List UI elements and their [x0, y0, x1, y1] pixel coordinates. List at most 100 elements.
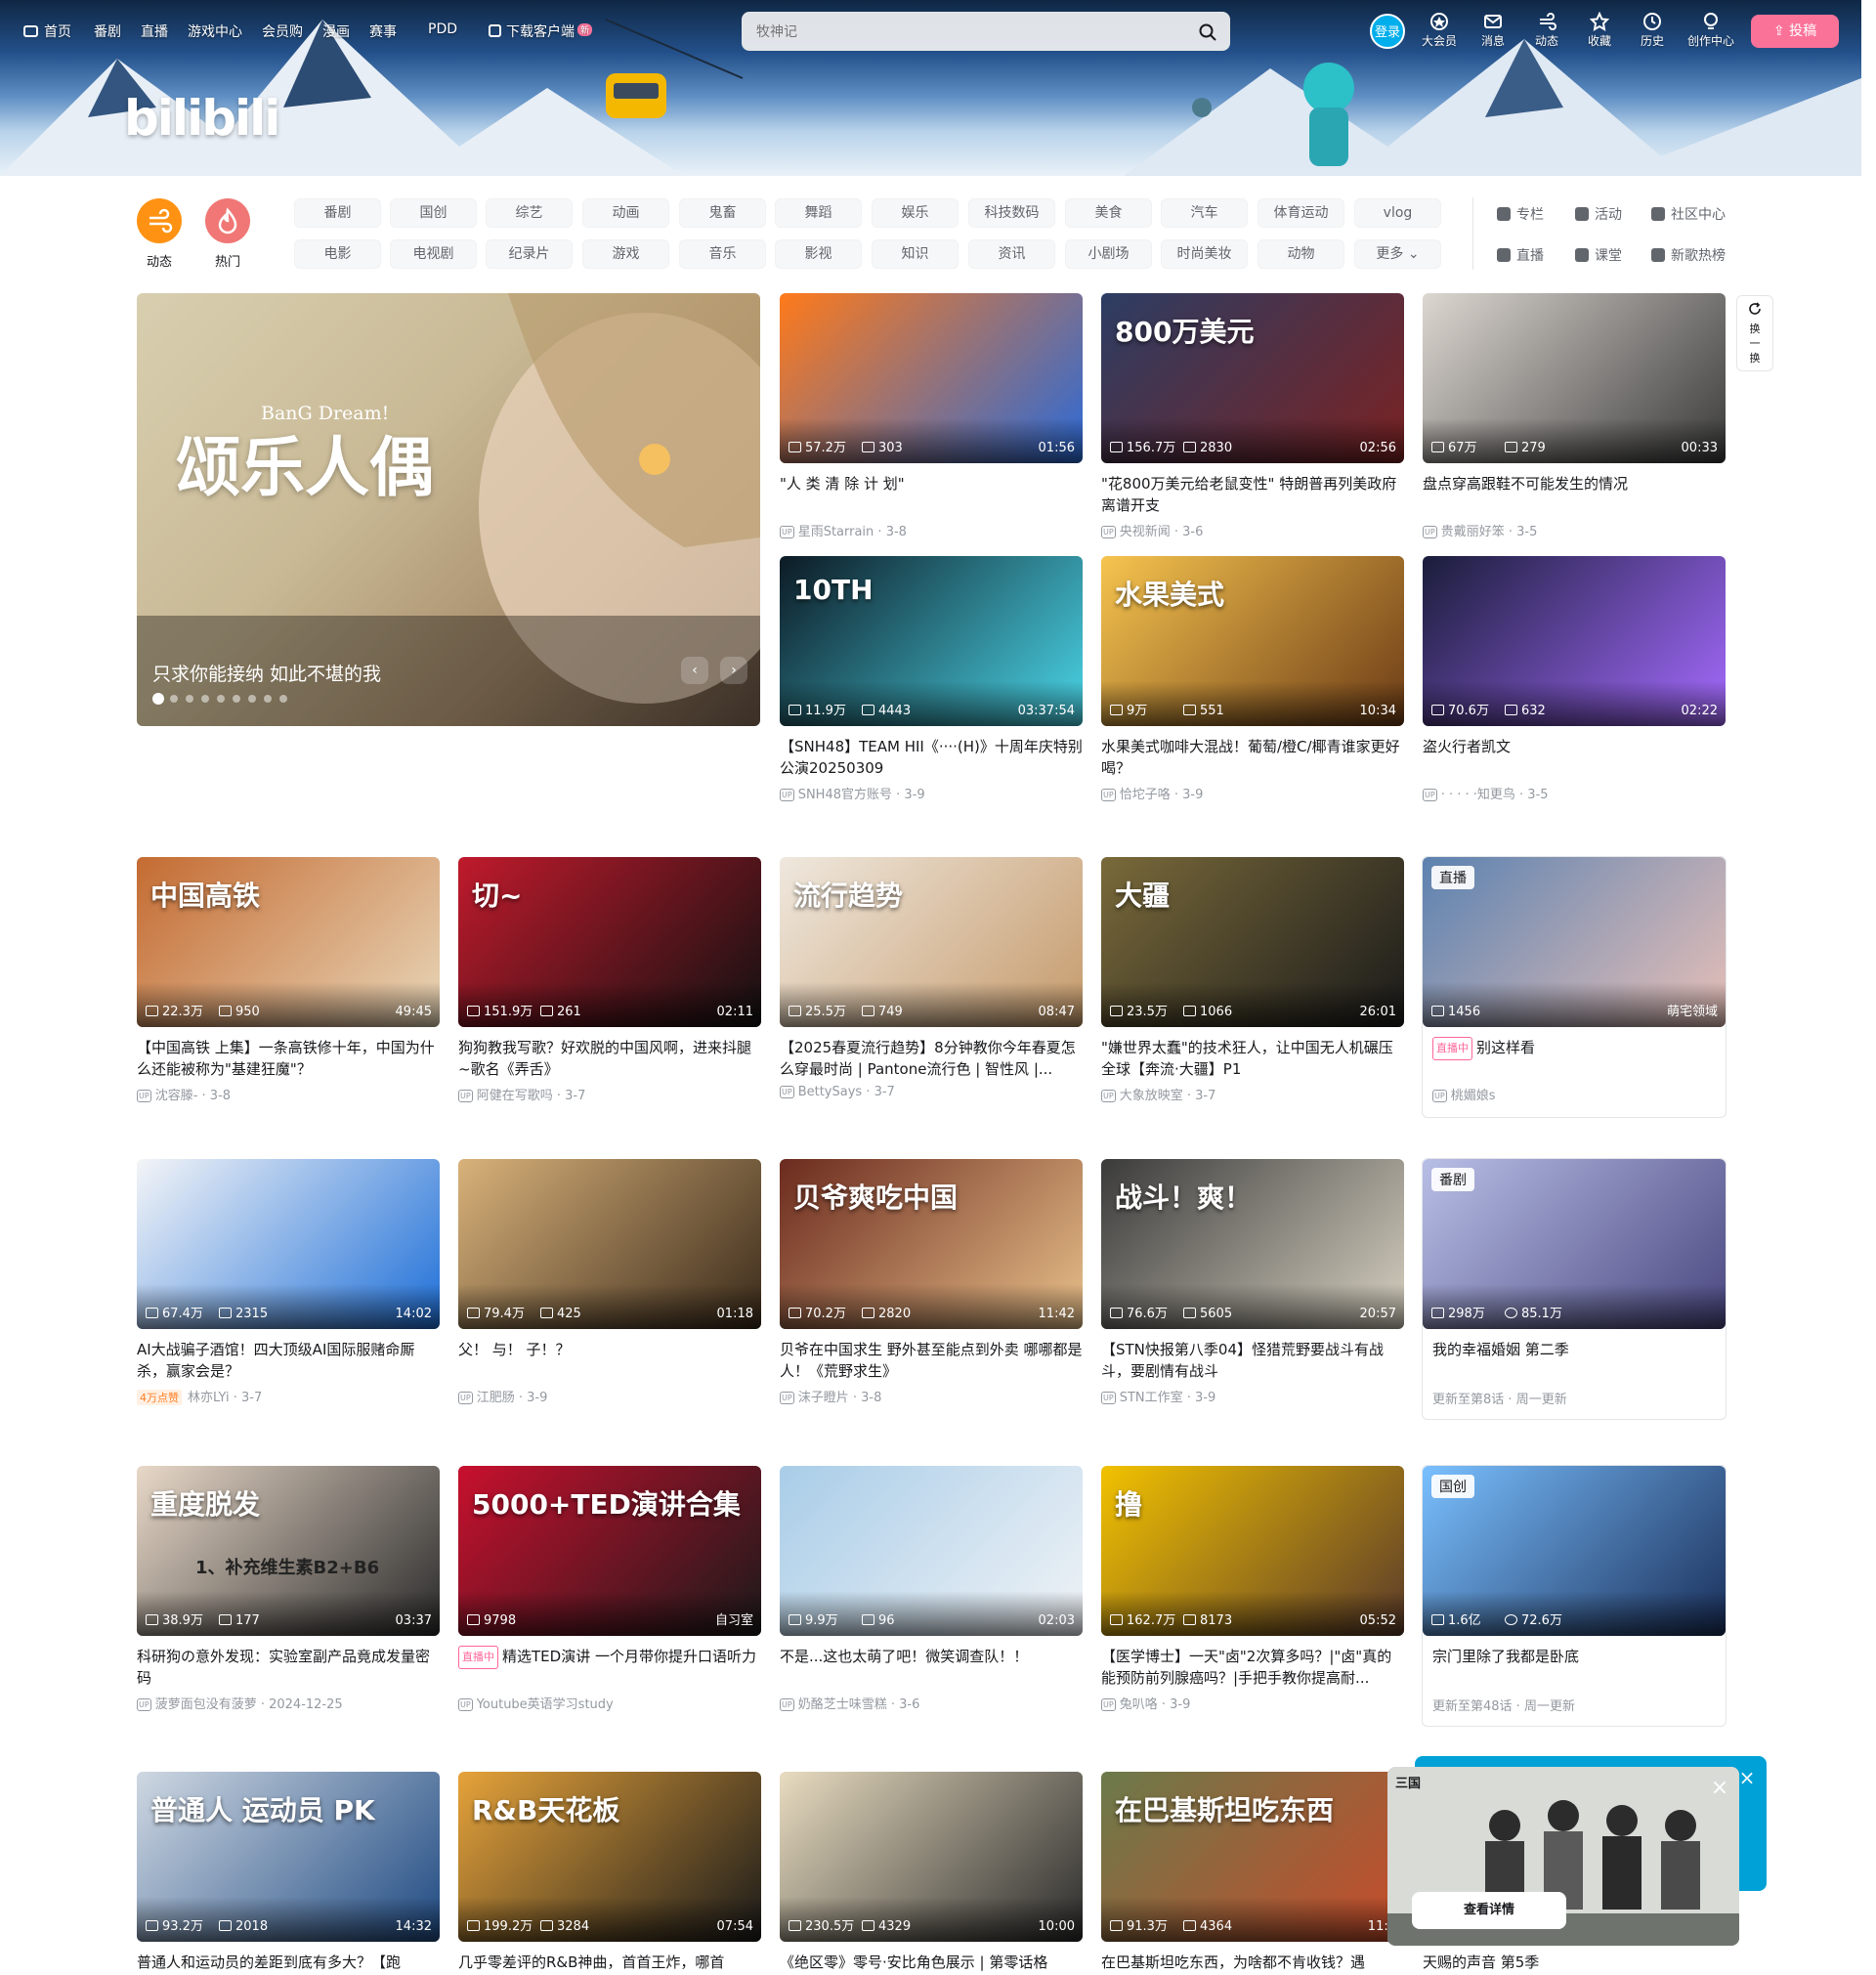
hero-carousel[interactable]: BanG Dream! 颂乐人偶 只求你能接纳 如此不堪的我 ‹ ›	[137, 293, 760, 726]
carousel-next-button[interactable]: ›	[720, 657, 747, 684]
video-title[interactable]: 我的幸福婚姻 第二季	[1432, 1339, 1716, 1360]
dynamic-link[interactable]: 动态	[1525, 12, 1568, 49]
column-link[interactable]: 专栏	[1497, 204, 1544, 224]
video-thumbnail[interactable]: 在巴基斯坦吃东西 91.3万 4364 11:0	[1101, 1772, 1404, 1942]
carousel-dot[interactable]	[248, 695, 256, 703]
community-center-link[interactable]: 社区中心	[1651, 204, 1726, 224]
nav-pdd[interactable]: PDD	[428, 21, 457, 37]
channel-chip[interactable]: 音乐	[679, 239, 766, 269]
channel-chip[interactable]: 娱乐	[872, 198, 959, 228]
refresh-button[interactable]: 换一换	[1736, 295, 1773, 371]
channel-chip[interactable]: 纪录片	[486, 239, 573, 269]
video-thumbnail[interactable]: R&B天花板 199.2万 3284 07:54	[458, 1772, 761, 1942]
carousel-dot[interactable]	[264, 695, 272, 703]
channel-chip[interactable]: 电影	[294, 239, 381, 269]
channel-chip[interactable]: 汽车	[1161, 198, 1248, 228]
uploader-name[interactable]: 江肥肠	[477, 1391, 515, 1405]
uploader-name[interactable]: 沈容滕-	[155, 1089, 198, 1103]
channel-chip[interactable]: 国创	[390, 198, 477, 228]
bilibili-logo[interactable]: bilibili	[124, 90, 280, 147]
channel-chip[interactable]: 资讯	[968, 239, 1055, 269]
video-title[interactable]: 不是...这也太萌了吧！微笑调查队！！	[780, 1646, 1083, 1667]
channel-chip[interactable]: 动物	[1258, 239, 1344, 269]
course-link[interactable]: 课堂	[1575, 245, 1622, 265]
uploader-name[interactable]: 桃媚娘s	[1451, 1089, 1496, 1103]
live-link[interactable]: 直播	[1497, 245, 1544, 265]
dynamic-channel-button[interactable]	[137, 198, 182, 243]
video-thumbnail[interactable]: 重度脱发 1、补充维生素B2+B6 38.9万 177 03:37	[137, 1466, 440, 1636]
video-thumbnail[interactable]: 切~ 151.9万 261 02:11	[458, 857, 761, 1027]
video-title[interactable]: 父！ 与！ 子！？	[458, 1339, 761, 1360]
video-title[interactable]: 在巴基斯坦吃东西，为啥都不肯收钱？遇	[1101, 1952, 1404, 1973]
uploader-name[interactable]: 大象放映室	[1120, 1089, 1183, 1103]
video-title[interactable]: 几乎零差评的R&B神曲，首首王炸，哪首	[458, 1952, 761, 1973]
carousel-dot[interactable]	[217, 695, 225, 703]
channel-chip[interactable]: 游戏	[582, 239, 669, 269]
video-title[interactable]: 天赐的声音 第5季	[1423, 1952, 1726, 1973]
ad-close-outer-button[interactable]: ×	[1736, 1767, 1758, 1788]
video-thumbnail[interactable]: 800万美元 156.7万 2830 02:56	[1101, 293, 1404, 463]
nav-download-client[interactable]: 下载客户端新	[489, 21, 593, 41]
carousel-dot[interactable]	[170, 695, 178, 703]
carousel-caption[interactable]: 只求你能接纳 如此不堪的我	[152, 660, 381, 686]
nav-game-center[interactable]: 游戏中心	[188, 21, 242, 41]
video-title[interactable]: 【2025春夏流行趋势】8分钟教你今年春夏怎么穿最时尚 | Pantone流行色…	[780, 1037, 1083, 1080]
carousel-dot[interactable]	[233, 695, 240, 703]
channel-chip[interactable]: 体育运动	[1258, 198, 1344, 228]
channel-chip[interactable]: 电视剧	[390, 239, 477, 269]
hot-channel-button[interactable]	[205, 198, 250, 243]
video-title[interactable]: 【SNH48】TEAM HII《····(H)》十周年庆特别公演20250309	[780, 736, 1083, 779]
channel-chip[interactable]: 综艺	[486, 198, 573, 228]
video-thumbnail[interactable]: 79.4万 425 01:18	[458, 1159, 761, 1329]
activity-link[interactable]: 活动	[1575, 204, 1622, 224]
video-title[interactable]: 【中国高铁 上集】一条高铁修十年，中国为什么还能被称为"基建狂魔"？	[137, 1037, 440, 1080]
video-title[interactable]: 《绝区零》零号·安比角色展示 | 第零话格	[780, 1952, 1083, 1973]
uploader-name[interactable]: 星雨Starrain	[798, 525, 874, 539]
uploader-name[interactable]: 恰坨子咯	[1120, 788, 1171, 802]
video-title[interactable]: 宗门里除了我都是卧底	[1432, 1646, 1716, 1667]
video-thumbnail[interactable]: 大疆 23.5万 1066 26:01	[1101, 857, 1404, 1027]
video-title[interactable]: 直播中 精选TED演讲 一个月带你提升口语听力	[458, 1646, 761, 1669]
channel-chip[interactable]: 影视	[775, 239, 862, 269]
video-thumbnail[interactable]: 撸 162.7万 8173 05:52	[1101, 1466, 1404, 1636]
uploader-name[interactable]: BettySays	[798, 1085, 863, 1099]
video-thumbnail[interactable]: 57.2万 303 01:56	[780, 293, 1083, 463]
uploader-name[interactable]: 央视新闻	[1120, 525, 1171, 539]
nav-home[interactable]: 首页	[23, 21, 71, 41]
uploader-name[interactable]: 奶酪芝士味雪糕	[798, 1697, 887, 1712]
video-thumbnail[interactable]: 贝爷爽吃中国 70.2万 2820 11:42	[780, 1159, 1083, 1329]
channel-chip[interactable]: 科技数码	[968, 198, 1055, 228]
video-thumbnail[interactable]: 10TH 11.9万 4443 03:37:54	[780, 556, 1083, 726]
messages-link[interactable]: 消息	[1471, 12, 1514, 49]
favorites-link[interactable]: 收藏	[1578, 12, 1621, 49]
upload-button[interactable]: ⇪ 投稿	[1751, 15, 1839, 48]
video-thumbnail[interactable]: 水果美式 9万 551 10:34	[1101, 556, 1404, 726]
history-link[interactable]: 历史	[1631, 12, 1674, 49]
video-thumbnail[interactable]: 流行趋势 25.5万 749 08:47	[780, 857, 1083, 1027]
carousel-dot[interactable]	[186, 695, 193, 703]
video-title[interactable]: 【医学博士】一天"卤"2次算多吗？|"卤"真的能预防前列腺癌吗？|手把手教你提高…	[1101, 1646, 1404, 1689]
video-thumbnail[interactable]: 1.6亿 72.6万 国创	[1423, 1466, 1726, 1636]
video-thumbnail[interactable]: 67万 279 00:33	[1423, 293, 1726, 463]
video-thumbnail[interactable]: 9.9万 96 02:03	[780, 1466, 1083, 1636]
video-title[interactable]: 直播中 别这样看	[1432, 1037, 1716, 1060]
creator-center-link[interactable]: 创作中心	[1684, 12, 1738, 49]
uploader-name[interactable]: 贵戴丽好笨	[1441, 525, 1505, 539]
channel-chip[interactable]: 动画	[582, 198, 669, 228]
video-thumbnail[interactable]: 230.5万 4329 10:00	[780, 1772, 1083, 1942]
uploader-name[interactable]: · · · · ·知更鸟	[1441, 788, 1515, 802]
channel-chip[interactable]: 番剧	[294, 198, 381, 228]
nav-manga[interactable]: 漫画	[322, 21, 350, 41]
video-title[interactable]: 水果美式咖啡大混战！葡萄/橙C/椰青谁家更好喝？	[1101, 736, 1404, 779]
nav-live[interactable]: 直播	[141, 21, 168, 41]
channel-chip[interactable]: 美食	[1065, 198, 1152, 228]
ad-close-button[interactable]: ×	[1708, 1777, 1731, 1800]
video-title[interactable]: 盗火行者凯文	[1423, 736, 1726, 757]
video-title[interactable]: 科研狗の意外发现：实验室副产品竟成发量密码	[137, 1646, 440, 1689]
video-title[interactable]: "花800万美元给老鼠变性" 特朗普再列美政府离谱开支	[1101, 473, 1404, 516]
video-title[interactable]: "嫌世界太蠢"的技术狂人，让中国无人机碾压全球【奔流·大疆】P1	[1101, 1037, 1404, 1080]
channel-chip[interactable]: 小剧场	[1065, 239, 1152, 269]
video-title[interactable]: 【STN快报第八季04】怪猎荒野要战斗有战斗，要剧情有战斗	[1101, 1339, 1404, 1382]
video-title[interactable]: 盘点穿高跟鞋不可能发生的情况	[1423, 473, 1726, 494]
nav-esports[interactable]: 赛事	[369, 21, 397, 41]
